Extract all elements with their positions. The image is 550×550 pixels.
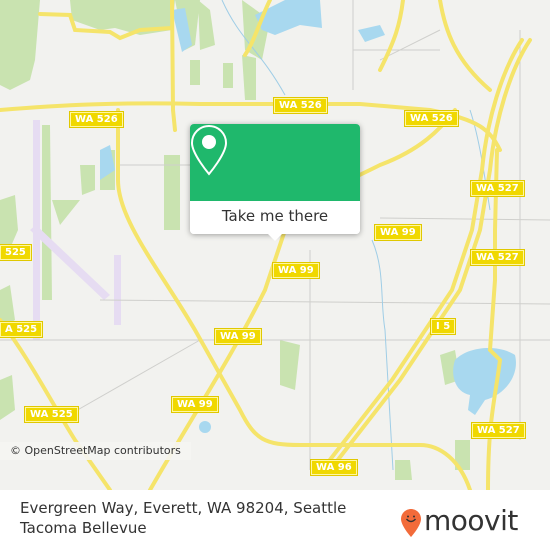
road-label-wa526: WA 526 [273,97,328,114]
road-label-wa526: WA 526 [404,110,459,127]
footer: Evergreen Way, Everett, WA 98204, Seattl… [0,490,550,550]
road-label-wa99: WA 99 [272,262,320,279]
address-text: Evergreen Way, Everett, WA 98204, Seattl… [20,499,347,537]
popup-header [190,124,360,201]
road-label-wa527: WA 527 [471,422,526,439]
moovit-wordmark: moovit [424,504,518,537]
map-pin-icon [190,124,228,176]
road-label-wa96: WA 96 [310,459,358,476]
major-roads [0,0,532,490]
road-label-wa526: WA 526 [69,111,124,128]
rivers [221,0,491,471]
road-label-wa99: WA 99 [214,328,262,345]
road-label-wa525: 525 [0,244,32,261]
popup-pointer [267,233,283,241]
map-base-layer [0,0,550,490]
map-canvas[interactable]: WA 526 WA 526 WA 526 WA 527 WA 527 WA 52… [0,0,550,490]
road-label-wa525: WA 525 [24,406,79,423]
road-label-wa99: WA 99 [374,224,422,241]
road-label-wa527: WA 527 [470,180,525,197]
road-label-wa99: WA 99 [171,396,219,413]
map-attribution[interactable]: © OpenStreetMap contributors [0,442,191,460]
road-label-wa527: WA 527 [470,249,525,266]
moovit-pin-icon [401,509,421,537]
take-me-there-button[interactable]: Take me there [190,201,360,234]
road-label-i5: I 5 [429,318,457,335]
take-me-there-popup[interactable]: Take me there [190,124,360,241]
road-label-wa525: A 525 [0,321,44,338]
